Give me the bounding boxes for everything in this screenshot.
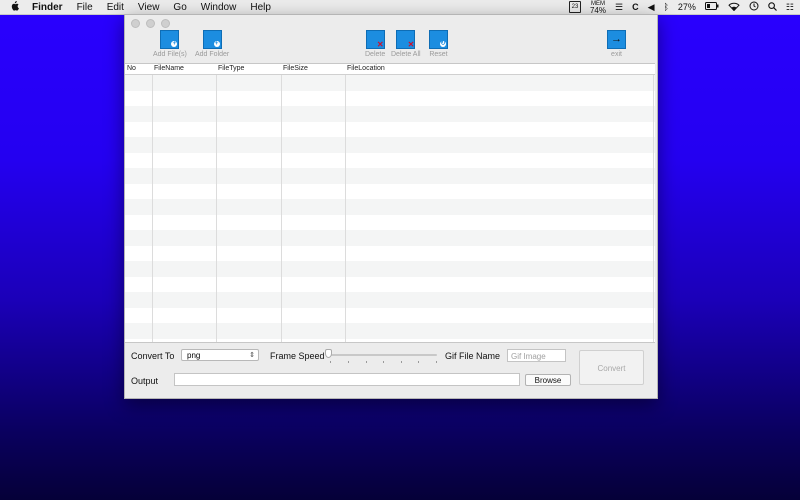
battery-percent[interactable]: 27% xyxy=(678,2,696,12)
table-rows xyxy=(125,75,655,339)
add-files-icon: + xyxy=(160,30,180,49)
col-header-filetype[interactable]: FileType xyxy=(216,64,281,74)
menu-file[interactable]: File xyxy=(77,2,93,13)
add-folder-button[interactable]: + Add Folder xyxy=(195,30,229,58)
table-row[interactable] xyxy=(125,307,655,323)
column-divider xyxy=(281,64,282,342)
reset-button[interactable]: ↻ Reset xyxy=(429,30,448,58)
delete-all-button[interactable]: ✕ Delete All xyxy=(391,30,421,58)
battery-icon[interactable] xyxy=(704,2,719,12)
menu-help[interactable]: Help xyxy=(250,2,271,13)
browse-button[interactable]: Browse xyxy=(525,374,571,386)
output-label: Output xyxy=(131,376,159,386)
convert-to-value: png xyxy=(187,351,201,360)
table-row[interactable] xyxy=(125,152,655,168)
mem-value: 74% xyxy=(589,5,606,15)
gif-file-name-placeholder: Gif Image xyxy=(511,352,546,361)
menu-bar: Finder File Edit View Go Window Help 23 … xyxy=(0,0,800,15)
table-row[interactable] xyxy=(125,323,655,339)
table-row[interactable] xyxy=(125,90,655,106)
slider-tick xyxy=(366,361,367,363)
table-row[interactable] xyxy=(125,183,655,199)
menu-edit[interactable]: Edit xyxy=(107,2,124,13)
menu-go[interactable]: Go xyxy=(173,2,186,13)
add-files-button[interactable]: + Add File(s) xyxy=(153,30,187,58)
time-machine-icon[interactable] xyxy=(749,1,759,13)
delete-all-label: Delete All xyxy=(391,51,421,58)
bluetooth-icon[interactable]: ᛒ xyxy=(664,2,669,12)
delete-all-icon: ✕ xyxy=(396,30,416,49)
delete-icon: ✕ xyxy=(365,30,385,49)
column-divider xyxy=(216,64,217,342)
table-row[interactable] xyxy=(125,199,655,215)
add-files-label: Add File(s) xyxy=(153,51,187,58)
frame-speed-label: Frame Speed xyxy=(270,351,325,361)
table-row[interactable] xyxy=(125,292,655,308)
slider-tick xyxy=(401,361,402,363)
window-controls xyxy=(131,19,170,28)
app-window: + Add File(s) + Add Folder ✕ Delete ✕ De… xyxy=(124,14,658,399)
add-folder-icon: + xyxy=(202,30,222,49)
delete-button[interactable]: ✕ Delete xyxy=(365,30,385,58)
apple-menu-icon[interactable] xyxy=(10,0,22,14)
column-divider xyxy=(653,64,654,342)
status-area: 23 MEM 74% ☰ C ◀ ᛒ 27% ☷ xyxy=(568,0,794,15)
table-header: No FileName FileType FileSize FileLocati… xyxy=(125,64,655,75)
table-row[interactable] xyxy=(125,230,655,246)
convert-to-label: Convert To xyxy=(131,351,175,361)
delete-label: Delete xyxy=(365,51,386,58)
calendar-icon[interactable]: 23 xyxy=(568,1,581,13)
slider-tick xyxy=(348,361,349,363)
table-row[interactable] xyxy=(125,214,655,230)
menu-app-name[interactable]: Finder xyxy=(32,2,63,13)
file-table[interactable]: No FileName FileType FileSize FileLocati… xyxy=(125,63,655,343)
output-path-input[interactable] xyxy=(174,373,520,386)
slider-tick xyxy=(330,361,331,363)
convert-to-select[interactable]: png ⇕ xyxy=(181,349,259,361)
col-header-no[interactable]: No xyxy=(125,64,152,74)
convert-button[interactable]: Convert xyxy=(579,350,644,385)
list-icon[interactable]: ☰ xyxy=(615,2,623,13)
calendar-day: 23 xyxy=(571,4,579,10)
spotlight-search-icon[interactable] xyxy=(768,1,777,13)
wifi-icon[interactable] xyxy=(728,2,740,13)
table-row[interactable] xyxy=(125,121,655,137)
table-row[interactable] xyxy=(125,137,655,153)
col-header-filename[interactable]: FileName xyxy=(152,64,216,74)
gif-file-name-label: Gif File Name xyxy=(445,351,501,361)
minimize-window-button[interactable] xyxy=(146,19,155,28)
memory-indicator[interactable]: MEM 74% xyxy=(589,1,606,15)
volume-icon[interactable]: ◀ xyxy=(648,2,655,13)
column-divider xyxy=(345,64,346,342)
col-header-filelocation[interactable]: FileLocation xyxy=(345,64,645,74)
slider-tick xyxy=(383,361,384,363)
table-row[interactable] xyxy=(125,168,655,184)
table-row[interactable] xyxy=(125,75,655,91)
col-header-filesize[interactable]: FileSize xyxy=(281,64,345,74)
exit-button[interactable]: → exit xyxy=(607,30,626,58)
zoom-window-button[interactable] xyxy=(161,19,170,28)
exit-label: exit xyxy=(611,51,622,58)
reset-icon: ↻ xyxy=(429,30,448,49)
exit-icon: → xyxy=(607,30,626,49)
table-row[interactable] xyxy=(125,106,655,122)
close-window-button[interactable] xyxy=(131,19,140,28)
notification-center-icon[interactable]: ☷ xyxy=(786,2,794,13)
c-label[interactable]: C xyxy=(632,2,639,12)
table-row[interactable] xyxy=(125,276,655,292)
slider-tick xyxy=(436,361,437,363)
column-divider xyxy=(152,64,153,342)
chevron-up-down-icon: ⇕ xyxy=(249,352,255,359)
add-folder-label: Add Folder xyxy=(195,51,230,58)
table-row[interactable] xyxy=(125,245,655,261)
gif-file-name-input[interactable]: Gif Image xyxy=(507,349,566,362)
reset-label: Reset xyxy=(429,51,448,58)
menu-window[interactable]: Window xyxy=(201,2,237,13)
slider-tick xyxy=(418,361,419,363)
frame-speed-slider-knob[interactable] xyxy=(325,349,332,358)
frame-speed-slider-track[interactable] xyxy=(329,354,437,356)
menu-view[interactable]: View xyxy=(138,2,160,13)
table-row[interactable] xyxy=(125,261,655,277)
